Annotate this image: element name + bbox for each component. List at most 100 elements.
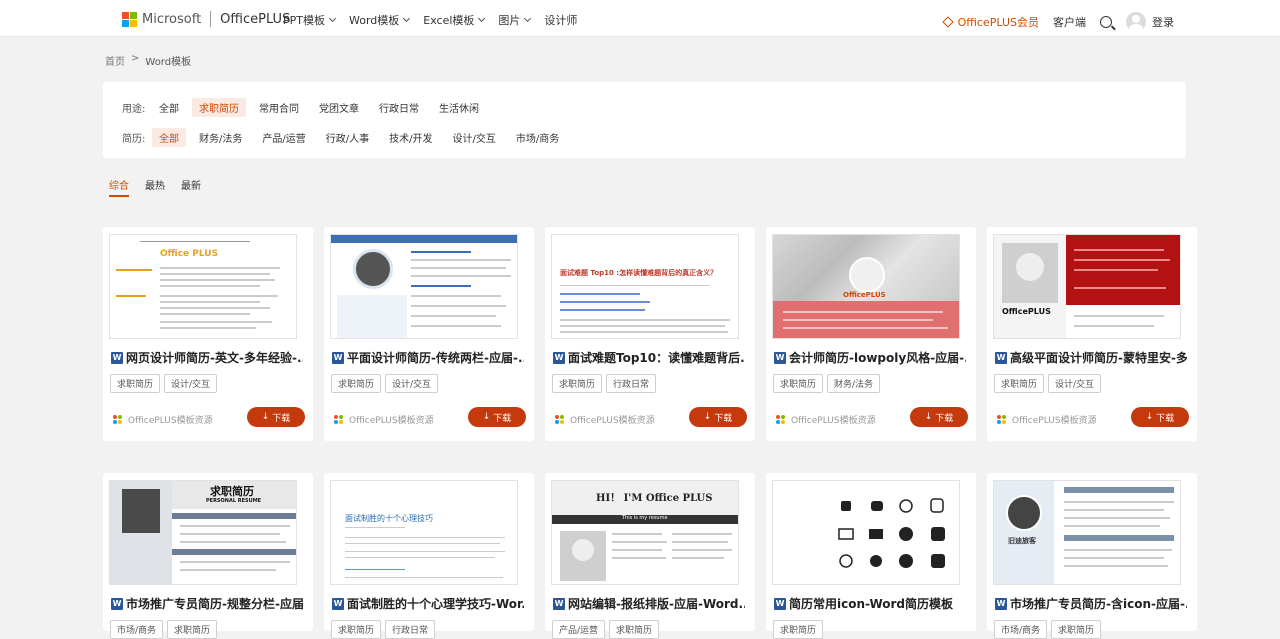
template-thumbnail[interactable]: HI！ I'M Office PLUS This is my resume <box>551 480 739 585</box>
filter-panel: 用途: 全部 求职简历 常用合同 党团文章 行政日常 生活休闲 简历: 全部 财… <box>103 82 1186 158</box>
template-thumbnail[interactable]: 面试难题 Top10 :怎样读懂难题背后的真正含义？ <box>551 234 739 339</box>
chevron-down-icon <box>524 14 532 23</box>
usage-option-party[interactable]: 党团文章 <box>312 98 366 117</box>
download-button[interactable]: ↓ 下载 <box>468 407 526 427</box>
template-card[interactable]: W 简历常用icon-Word简历模板 求职简历 <box>766 473 976 639</box>
download-button[interactable]: ↓ 下载 <box>1131 407 1189 427</box>
template-thumbnail[interactable] <box>772 480 960 585</box>
template-title[interactable]: W 网页设计师简历-英文-多年经验-... <box>111 349 303 366</box>
template-tag[interactable]: 求职简历 <box>1051 620 1102 639</box>
template-tag[interactable]: 行政日常 <box>606 374 657 393</box>
template-tag[interactable]: 市场/商务 <box>994 620 1048 639</box>
template-tag[interactable]: 设计/交互 <box>1048 374 1102 393</box>
chevron-down-icon <box>403 14 411 23</box>
template-card[interactable]: Office PLUS W 网页设计师简历-英文-多年经验-... 求职简历 设计/… <box>103 227 313 441</box>
template-tag[interactable]: 求职简历 <box>773 620 824 639</box>
template-tag[interactable]: 求职简历 <box>773 374 824 393</box>
word-icon: W <box>553 597 565 610</box>
template-card[interactable]: 面试难题 Top10 :怎样读懂难题背后的真正含义？ W 面试难题Top10：读懂… <box>545 227 755 441</box>
usage-option-contract[interactable]: 常用合同 <box>252 98 306 117</box>
download-button[interactable]: ↓ 下载 <box>689 407 747 427</box>
resume-option-market[interactable]: 市场/商务 <box>509 128 566 147</box>
breadcrumb-home[interactable]: 首页 <box>105 53 125 68</box>
brand-logo[interactable]: Microsoft OfficePLUS <box>122 11 290 27</box>
template-title[interactable]: W 简历常用icon-Word简历模板 <box>774 595 966 612</box>
template-title[interactable]: W 面试难题Top10：读懂难题背后... <box>553 349 745 366</box>
login-button[interactable]: 登录 <box>1126 12 1174 32</box>
resume-label: 简历: <box>122 134 146 145</box>
nav-ppt[interactable]: PPT模板 <box>283 12 337 28</box>
resume-option-product[interactable]: 产品/运营 <box>255 128 312 147</box>
usage-option-admin[interactable]: 行政日常 <box>372 98 426 117</box>
template-title[interactable]: W 会计师简历-lowpoly风格-应届-... <box>774 349 966 366</box>
resume-option-hr[interactable]: 行政/人事 <box>319 128 376 147</box>
diamond-icon <box>941 16 954 28</box>
template-thumbnail[interactable] <box>330 234 518 339</box>
usage-option-all[interactable]: 全部 <box>152 98 186 117</box>
template-tag[interactable]: 设计/交互 <box>164 374 218 393</box>
officeplus-icon <box>776 414 786 425</box>
nav-images[interactable]: 图片 <box>498 12 532 28</box>
template-thumbnail[interactable]: Office PLUS <box>109 234 297 339</box>
client-link[interactable]: 客户端 <box>1053 14 1086 30</box>
nav-excel[interactable]: Excel模板 <box>423 12 486 28</box>
template-tag[interactable]: 求职简历 <box>167 620 218 639</box>
template-thumbnail[interactable]: 面试制胜的十个心理技巧 <box>330 480 518 585</box>
template-title[interactable]: W 网站编辑-报纸排版-应届-Word... <box>553 595 745 612</box>
resume-option-finance[interactable]: 财务/法务 <box>192 128 249 147</box>
template-card[interactable]: 旧迪旅客 W 市场推广专员简历-含icon-应届-... 市场/商务 求职简历 <box>987 473 1197 639</box>
thumb-title: 面试制胜的十个心理技巧 <box>345 514 433 523</box>
search-icon[interactable] <box>1100 16 1112 28</box>
sort-tab-new[interactable]: 最新 <box>181 177 201 192</box>
template-title[interactable]: W 市场推广专员简历-规整分栏-应届... <box>111 595 303 612</box>
template-card[interactable]: OfficePLUS W 会计师简历-lowpoly风格-应届-... 求职简历财… <box>766 227 976 441</box>
template-thumbnail[interactable]: OfficePLUS <box>993 234 1181 339</box>
template-title[interactable]: W 面试制胜的十个心理学技巧-Wor... <box>332 595 524 612</box>
word-icon: W <box>774 597 786 610</box>
sort-tab-overall[interactable]: 综合 <box>109 177 129 197</box>
main-nav: PPT模板 Word模板 Excel模板 图片 设计师 <box>283 12 577 28</box>
resume-option-all[interactable]: 全部 <box>152 128 186 147</box>
template-card[interactable]: HI！ I'M Office PLUS This is my resume W网… <box>545 473 755 639</box>
template-tag[interactable]: 求职简历 <box>331 374 382 393</box>
thumb-subtitle: This is my resume <box>622 515 668 521</box>
template-tag[interactable]: 设计/交互 <box>385 374 439 393</box>
template-tag[interactable]: 求职简历 <box>110 374 161 393</box>
template-tag[interactable]: 求职简历 <box>994 374 1045 393</box>
nav-designer[interactable]: 设计师 <box>544 12 577 28</box>
template-tag[interactable]: 行政日常 <box>385 620 436 639</box>
template-card[interactable]: W 平面设计师简历-传统两栏-应届-... 求职简历 设计/交互 OfficePLU… <box>324 227 534 441</box>
resume-option-design[interactable]: 设计/交互 <box>446 128 503 147</box>
member-link[interactable]: OfficePLUS会员 <box>941 14 1039 30</box>
sort-tab-hot[interactable]: 最热 <box>145 177 165 192</box>
template-title[interactable]: W 平面设计师简历-传统两栏-应届-... <box>332 349 524 366</box>
template-card[interactable]: 求职简历 PERSONAL RESUME W 市场推广专员简历-规整分栏-应届..… <box>103 473 313 639</box>
download-button[interactable]: ↓ 下载 <box>247 407 305 427</box>
officeplus-icon <box>555 414 565 425</box>
resume-option-tech[interactable]: 技术/开发 <box>382 128 439 147</box>
template-title[interactable]: W 市场推广专员简历-含icon-应届-... <box>995 595 1187 612</box>
template-tag[interactable]: 求职简历 <box>552 374 603 393</box>
template-tag[interactable]: 求职简历 <box>331 620 382 639</box>
download-button[interactable]: ↓ 下载 <box>910 407 968 427</box>
brand-microsoft: Microsoft <box>142 11 202 27</box>
template-thumbnail[interactable]: 旧迪旅客 <box>993 480 1181 585</box>
template-tag[interactable]: 求职简历 <box>609 620 660 639</box>
nav-word[interactable]: Word模板 <box>349 12 411 28</box>
word-icon: W <box>995 597 1007 610</box>
icon-grid-preview <box>838 498 945 568</box>
template-card[interactable]: OfficePLUS W 高级平面设计师简历-蒙特里安-多... 求职简历 设计/交… <box>987 227 1197 441</box>
template-thumbnail[interactable]: 求职简历 PERSONAL RESUME <box>109 480 297 585</box>
template-title[interactable]: W 高级平面设计师简历-蒙特里安-多... <box>995 349 1187 366</box>
template-tag[interactable]: 财务/法务 <box>827 374 881 393</box>
usage-option-life[interactable]: 生活休闲 <box>432 98 486 117</box>
template-tag[interactable]: 市场/商务 <box>110 620 164 639</box>
template-thumbnail[interactable]: OfficePLUS <box>772 234 960 339</box>
download-arrow-icon: ↓ <box>482 412 491 422</box>
sort-tabs: 综合 最热 最新 <box>109 177 201 197</box>
template-card[interactable]: 面试制胜的十个心理技巧 W 面试制胜的十个心理学技巧-Wor... 求职简历 行政日… <box>324 473 534 639</box>
template-tag[interactable]: 产品/运营 <box>552 620 606 639</box>
thumb-title: Office PLUS <box>160 249 219 259</box>
usage-option-resume[interactable]: 求职简历 <box>192 98 246 117</box>
word-icon: W <box>111 597 123 610</box>
